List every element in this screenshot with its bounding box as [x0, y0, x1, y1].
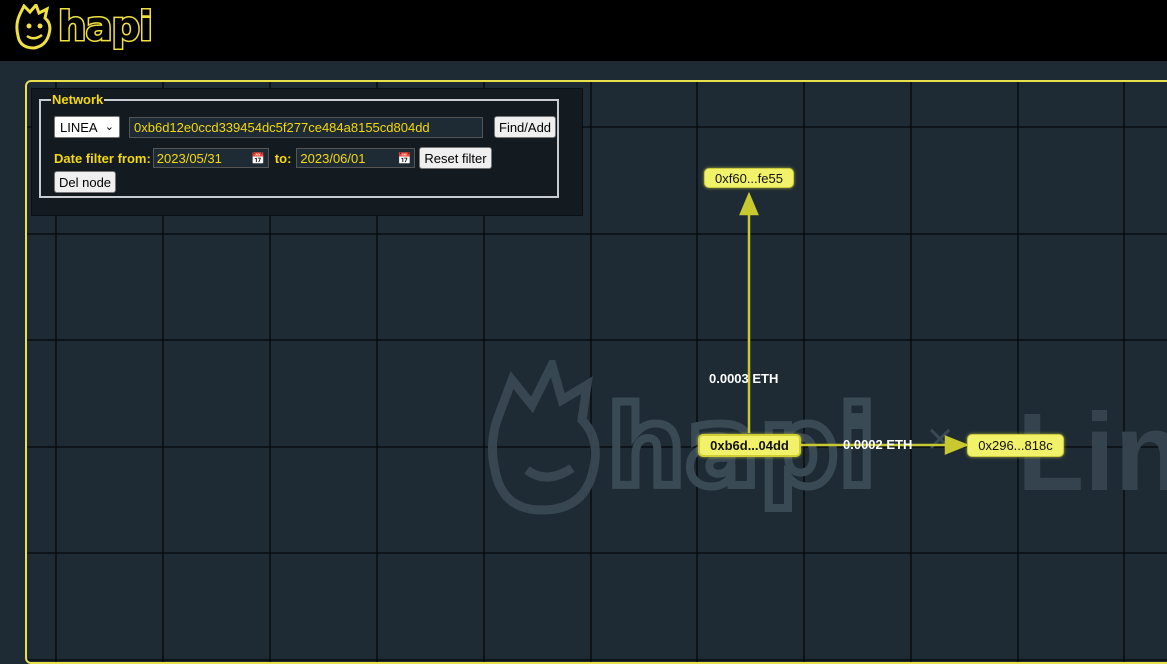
address-input[interactable]	[129, 116, 483, 138]
edge-arrowhead-top	[739, 191, 759, 216]
control-panel: Network LINEA ⌄ Find/Add Date filter fro…	[31, 88, 583, 216]
find-add-button[interactable]: Find/Add	[494, 116, 557, 138]
network-fieldset: Network	[39, 92, 559, 198]
search-row: LINEA ⌄ Find/Add	[54, 116, 557, 138]
calendar-icon[interactable]: 📅	[398, 152, 412, 165]
edge-arrowhead-right	[944, 435, 970, 455]
edge-label-right: 0.0002 ETH	[843, 437, 913, 452]
date-from-input[interactable]: 2023/05/31 📅	[152, 148, 269, 168]
edge-label-top: 0.0003 ETH	[709, 371, 779, 386]
date-from-value: 2023/05/31	[156, 150, 222, 166]
node-actions-row: Del node	[54, 171, 117, 193]
date-filter-row: Date filter from: 2023/05/31 📅 to: 2023/…	[54, 147, 492, 169]
del-node-button[interactable]: Del node	[54, 171, 117, 193]
date-to-value: 2023/06/01	[300, 150, 366, 166]
date-from-label: Date filter from:	[54, 150, 151, 166]
network-select[interactable]: LINEA ⌄	[54, 116, 120, 138]
graph-node-selected[interactable]: 0xb6d...04dd	[698, 434, 801, 457]
network-legend: Network	[52, 92, 104, 107]
graph-node[interactable]: 0x296...818c	[967, 434, 1064, 457]
chevron-down-icon: ⌄	[104, 121, 114, 133]
date-to-label: to:	[274, 150, 292, 166]
date-to-input[interactable]: 2023/06/01 📅	[296, 148, 416, 168]
calendar-icon[interactable]: 📅	[251, 152, 265, 165]
reset-filter-button[interactable]: Reset filter	[419, 147, 492, 169]
network-select-value: LINEA	[60, 119, 98, 135]
graph-node[interactable]: 0xf60...fe55	[704, 168, 794, 188]
